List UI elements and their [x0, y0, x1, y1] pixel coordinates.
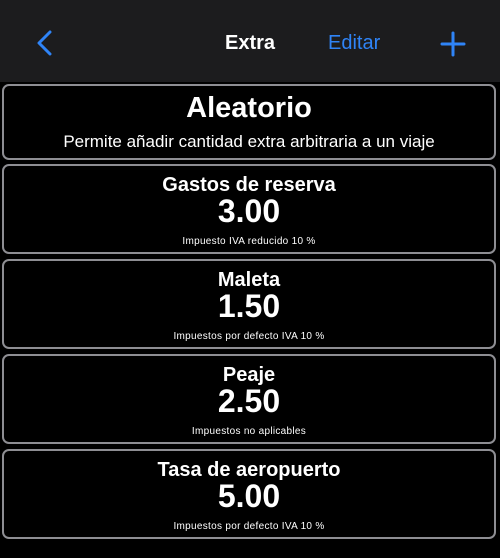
extra-item-tax: Impuestos por defecto IVA 10 %: [173, 331, 325, 342]
random-extra-description: Permite añadir cantidad extra arbitraria…: [63, 132, 435, 151]
chevron-left-icon: [37, 30, 52, 56]
add-button[interactable]: [440, 31, 466, 57]
extra-item-card[interactable]: Tasa de aeropuerto 5.00 Impuestos por de…: [2, 449, 496, 539]
navigation-bar: Extra Editar: [0, 0, 500, 82]
extra-item-price: 5.00: [217, 478, 281, 514]
extra-item-price: 3.00: [217, 193, 281, 229]
extra-item-price: 2.50: [217, 383, 281, 419]
random-extra-title: Aleatorio: [186, 92, 312, 124]
extra-item-tax: Impuestos no aplicables: [191, 426, 307, 437]
extra-item-tax: Impuesto IVA reducido 10 %: [182, 236, 316, 247]
edit-button[interactable]: Editar: [328, 32, 380, 55]
page-title: Extra: [224, 32, 276, 54]
plus-icon: [440, 31, 466, 57]
extra-item-card[interactable]: Gastos de reserva 3.00 Impuesto IVA redu…: [2, 164, 496, 254]
extra-item-price: 1.50: [217, 288, 281, 324]
back-button[interactable]: [34, 30, 58, 56]
extra-item-tax: Impuestos por defecto IVA 10 %: [173, 521, 325, 532]
extra-item-card[interactable]: Peaje 2.50 Impuestos no aplicables: [2, 354, 496, 444]
extra-item-card[interactable]: Maleta 1.50 Impuestos por defecto IVA 10…: [2, 259, 496, 349]
random-extra-card[interactable]: Aleatorio Permite añadir cantidad extra …: [2, 84, 496, 160]
